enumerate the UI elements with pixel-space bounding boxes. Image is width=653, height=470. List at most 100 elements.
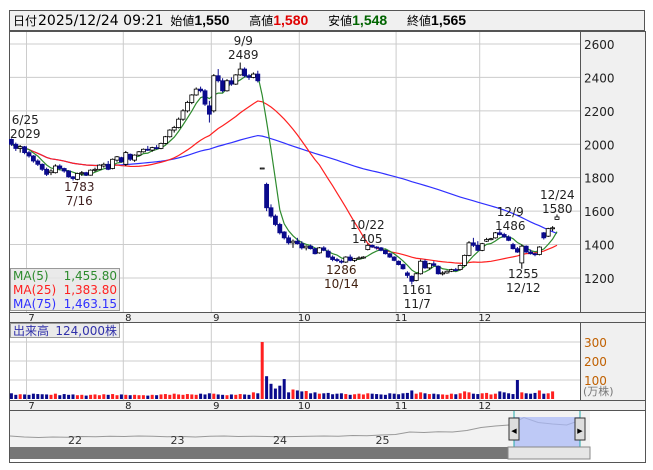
volume-bar bbox=[247, 394, 251, 399]
month-label: 10 bbox=[298, 313, 311, 324]
candle-body bbox=[167, 129, 173, 138]
volume-bar bbox=[489, 394, 493, 399]
candle-body bbox=[53, 165, 58, 174]
volume-bar bbox=[392, 393, 396, 399]
candle-body bbox=[17, 146, 23, 149]
volume-value: 124,000株 bbox=[55, 324, 117, 338]
candle-body bbox=[105, 163, 111, 170]
candle-body bbox=[453, 269, 459, 271]
volume-bar bbox=[31, 393, 35, 399]
candle-body bbox=[277, 224, 283, 234]
volume-bar bbox=[423, 393, 427, 399]
candle-body bbox=[409, 275, 415, 282]
volume-bar bbox=[551, 391, 555, 399]
volume-bar bbox=[234, 394, 238, 399]
volume-bar bbox=[520, 392, 524, 399]
candle-body bbox=[61, 168, 67, 172]
volume-bar bbox=[203, 394, 207, 399]
volume-tick-label: 200 bbox=[584, 355, 607, 369]
volume-bar bbox=[260, 342, 264, 399]
month-label: 11 bbox=[395, 313, 408, 324]
candle-body bbox=[228, 80, 234, 85]
volume-bar bbox=[366, 393, 370, 399]
candle-body bbox=[242, 68, 248, 77]
candle-body bbox=[435, 265, 441, 275]
candle-body bbox=[154, 147, 160, 150]
volume-bar bbox=[45, 394, 49, 399]
candle-body bbox=[299, 243, 305, 249]
volume-bar bbox=[383, 394, 387, 399]
candle-body bbox=[537, 246, 542, 255]
annotation-date: 9/9 bbox=[233, 34, 253, 48]
candle-body bbox=[176, 118, 182, 128]
candle-body bbox=[180, 110, 186, 120]
candle-body bbox=[444, 270, 450, 274]
candle-body bbox=[462, 254, 468, 266]
candle-body bbox=[83, 172, 89, 176]
candle-body bbox=[316, 247, 322, 254]
candle-body bbox=[184, 102, 190, 112]
volume-bar bbox=[49, 394, 53, 399]
candle-body bbox=[140, 148, 146, 153]
volume-bar bbox=[357, 393, 361, 399]
candle-body bbox=[30, 155, 36, 162]
month-axis-bottom bbox=[9, 400, 646, 411]
volume-bar bbox=[67, 394, 71, 399]
volume-bar bbox=[163, 394, 167, 399]
scrollbar-thumb[interactable] bbox=[507, 446, 591, 460]
candle-body bbox=[66, 170, 71, 178]
volume-bar bbox=[542, 393, 546, 399]
candle-body bbox=[532, 253, 538, 256]
volume-bar bbox=[291, 389, 295, 399]
candle-body bbox=[48, 170, 54, 174]
candle-body bbox=[422, 260, 428, 269]
volume-bar bbox=[75, 395, 79, 399]
volume-bar bbox=[339, 393, 343, 399]
volume-bar bbox=[229, 394, 233, 399]
candle-body bbox=[418, 260, 424, 275]
candle-body bbox=[431, 263, 437, 266]
candle-body bbox=[193, 88, 199, 96]
ma75-value: 1,463.15 bbox=[63, 297, 117, 311]
candle-body bbox=[426, 263, 432, 269]
candle-body bbox=[457, 265, 463, 270]
volume-bar bbox=[405, 392, 409, 399]
ma25-label: MA(25) bbox=[13, 283, 57, 297]
volume-bar bbox=[14, 394, 18, 399]
volume-bar bbox=[133, 394, 137, 399]
candle-body bbox=[215, 75, 221, 82]
candle-body bbox=[325, 250, 331, 258]
volume-bar bbox=[172, 393, 176, 399]
volume-bar bbox=[58, 395, 62, 399]
volume-bar bbox=[115, 395, 119, 399]
volume-bar bbox=[273, 388, 277, 399]
month-axis-top bbox=[9, 312, 646, 323]
volume-bar bbox=[397, 394, 401, 399]
annotation-value: 1486 bbox=[495, 219, 526, 233]
volume-bar bbox=[317, 393, 321, 399]
volume-bar bbox=[106, 394, 110, 399]
candle-body bbox=[343, 256, 349, 263]
candle-body bbox=[303, 245, 309, 249]
volume-bar bbox=[124, 394, 128, 399]
chart-canvas[interactable]: 2600 2400 2200 2000 1800 1600 1400 1200 300 200 10… bbox=[0, 0, 653, 470]
ma5-label: MA(5) bbox=[13, 269, 49, 283]
candle-body bbox=[378, 247, 384, 251]
candle-body bbox=[211, 75, 217, 112]
volume-bar bbox=[533, 392, 537, 399]
candle-body bbox=[281, 231, 287, 239]
navigator-year-label: 23 bbox=[171, 434, 185, 447]
navigator-year-label: 24 bbox=[273, 434, 287, 447]
annotation-date: 11/7 bbox=[403, 297, 431, 311]
candle-body bbox=[246, 75, 252, 78]
candle-body bbox=[488, 238, 494, 241]
volume-bar bbox=[432, 393, 436, 399]
candle-body bbox=[70, 176, 76, 179]
candle-body bbox=[237, 68, 243, 76]
annotation-value: 1783 bbox=[64, 180, 95, 194]
scrollbar-track bbox=[10, 447, 508, 459]
volume-bar bbox=[199, 393, 203, 399]
annotation-date: 6/25 bbox=[11, 113, 39, 127]
candle-body bbox=[26, 152, 32, 157]
volume-bar bbox=[467, 392, 471, 399]
